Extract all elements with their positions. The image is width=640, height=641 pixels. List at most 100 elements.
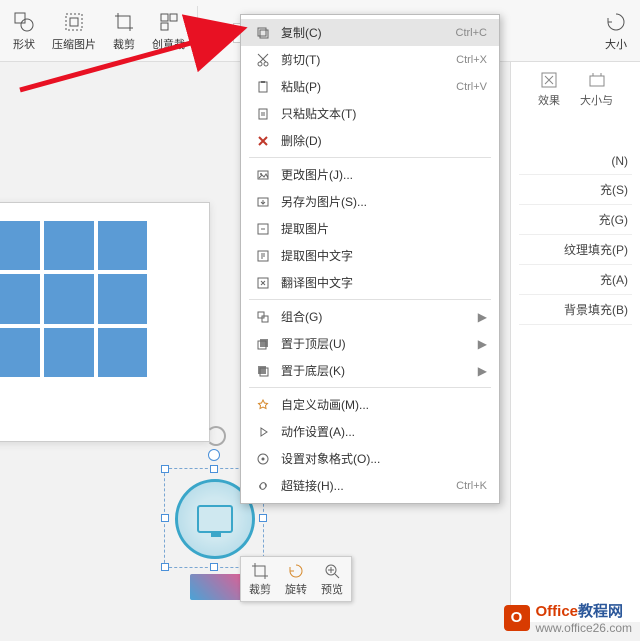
effects-label: 效果 [538,92,560,108]
size-label: 大小与 [580,92,613,108]
effects-icon [539,70,559,90]
rotate-handle[interactable] [208,449,220,461]
resize-handle[interactable] [210,465,218,473]
submenu-arrow-icon: ▶ [478,337,487,351]
resize-handle[interactable] [161,465,169,473]
effects-tab[interactable]: 效果 [538,70,560,108]
crop-icon [112,10,136,34]
menu-shortcut: Ctrl+K [456,480,487,492]
menu-item[interactable]: 动作设置(A)... [241,418,499,445]
context-menu[interactable]: 复制(C)Ctrl+C剪切(T)Ctrl+X粘贴(P)Ctrl+V只粘贴文本(T… [240,14,500,504]
menu-label: 只粘贴文本(T) [281,105,487,122]
brand-url: www.office26.com [536,621,633,635]
format-icon [253,451,273,467]
fill-option[interactable]: (N) [519,148,632,175]
resize-handle[interactable] [259,514,267,522]
submenu-arrow-icon: ▶ [478,364,487,378]
size-label: 大小 [605,36,627,52]
logo-icon: O [504,605,530,631]
size-button[interactable]: 大小 [596,0,636,61]
menu-item[interactable]: 组合(G)▶ [241,303,499,330]
menu-item[interactable]: 自定义动画(M)... [241,391,499,418]
creative-crop-button[interactable]: 创意裁 [144,0,193,61]
delete-icon [253,133,273,149]
menu-label: 另存为图片(S)... [281,193,487,210]
compress-icon [62,10,86,34]
menu-label: 删除(D) [281,132,487,149]
extract-text-icon [253,248,273,264]
menu-item[interactable]: 置于顶层(U)▶ [241,330,499,357]
size-icon [587,70,607,90]
mini-toolbar[interactable]: 裁剪 旋转 预览 [240,556,352,602]
loading-icon [206,426,226,446]
mini-preview-button[interactable]: 预览 [315,559,349,599]
fill-option[interactable]: 充(G) [519,205,632,235]
fill-option[interactable]: 充(A) [519,265,632,295]
menu-label: 动作设置(A)... [281,423,487,440]
send-back-icon [253,363,273,379]
fill-option[interactable]: 充(S) [519,175,632,205]
menu-item[interactable]: 超链接(H)...Ctrl+K [241,472,499,499]
menu-shortcut: Ctrl+V [456,81,487,93]
menu-separator [249,157,491,158]
menu-label: 组合(G) [281,308,472,325]
menu-label: 自定义动画(M)... [281,396,487,413]
menu-item[interactable]: 置于底层(K)▶ [241,357,499,384]
save-as-pic-icon [253,194,273,210]
size-tab[interactable]: 大小与 [580,70,613,108]
resize-handle[interactable] [161,563,169,571]
menu-separator [249,387,491,388]
shape-button[interactable]: 形状 [4,0,44,61]
animation-icon [253,397,273,413]
crop-label: 裁剪 [113,36,135,52]
menu-label: 粘贴(P) [281,78,456,95]
watermark: O Office教程网 www.office26.com [504,600,633,635]
shape-icon [12,10,36,34]
menu-item[interactable]: 提取图中文字 [241,242,499,269]
menu-item[interactable]: 剪切(T)Ctrl+X [241,46,499,73]
monitor-icon [197,505,233,533]
zoom-icon [322,561,342,581]
mini-rotate-label: 旋转 [285,581,307,597]
height-label: 高度: [202,25,227,41]
menu-item[interactable]: 删除(D) [241,127,499,154]
menu-item[interactable]: 设置对象格式(O)... [241,445,499,472]
copy-icon [253,25,273,41]
fill-option[interactable]: 背景填充(B) [519,295,632,325]
mini-crop-label: 裁剪 [249,581,271,597]
fill-options-list: (N)充(S)充(G)纹理填充(P)充(A)背景填充(B) [519,148,632,325]
shape-grid[interactable] [0,221,147,377]
cut-icon [253,52,273,68]
menu-item[interactable]: 只粘贴文本(T) [241,100,499,127]
format-pane[interactable]: 效果 大小与 (N)充(S)充(G)纹理填充(P)充(A)背景填充(B) [510,62,640,622]
hyperlink-icon [253,478,273,494]
menu-label: 翻译图中文字 [281,274,487,291]
resize-handle[interactable] [161,514,169,522]
menu-item[interactable]: 更改图片(J)... [241,161,499,188]
crop-button[interactable]: 裁剪 [104,0,144,61]
brand-office: Office [536,603,579,620]
mini-crop-button[interactable]: 裁剪 [243,559,277,599]
resize-handle[interactable] [210,563,218,571]
menu-label: 复制(C) [281,24,456,41]
brand-tutorial: 教程网 [578,603,623,620]
compress-button[interactable]: 压缩图片 [44,0,104,61]
fill-option[interactable]: 纹理填充(P) [519,235,632,265]
menu-item[interactable]: 翻译图中文字 [241,269,499,296]
menu-item[interactable]: 复制(C)Ctrl+C [241,19,499,46]
menu-separator [249,299,491,300]
slide[interactable] [0,202,210,442]
menu-shortcut: Ctrl+X [456,54,487,66]
mini-preview-label: 预览 [321,581,343,597]
bring-front-icon [253,336,273,352]
menu-item[interactable]: 粘贴(P)Ctrl+V [241,73,499,100]
paste-icon [253,79,273,95]
menu-item[interactable]: 提取图片 [241,215,499,242]
menu-label: 提取图片 [281,220,487,237]
menu-label: 提取图中文字 [281,247,487,264]
ribbon-separator [197,6,198,55]
menu-item[interactable]: 另存为图片(S)... [241,188,499,215]
mini-rotate-button[interactable]: 旋转 [279,559,313,599]
creative-icon [157,10,181,34]
creative-label: 创意裁 [152,36,185,52]
